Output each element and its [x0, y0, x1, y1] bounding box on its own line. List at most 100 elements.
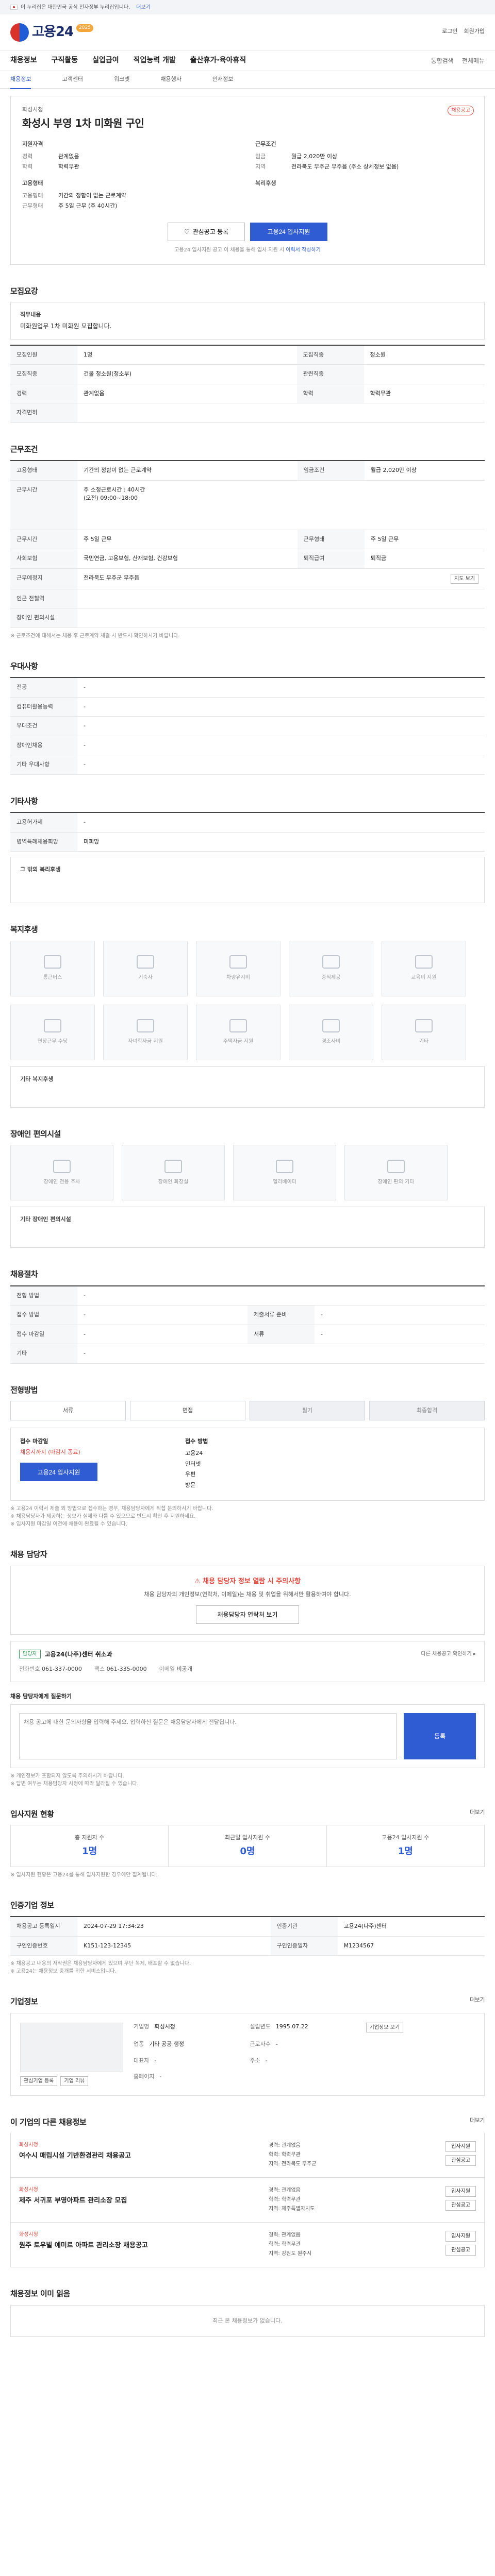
company-section: 기업정보 더보기 관심기업 등록 기업 리뷰 기업명 화성시청 설립년도 1995.0… [10, 1996, 485, 2096]
cell-value: - [154, 2057, 157, 2064]
tab-job-events[interactable]: 채용행사 [160, 75, 181, 84]
global-navigation: 채용정보 구직활동 실업급여 직업능력 개발 출산휴가·육아휴직 통합검색 전체… [0, 50, 495, 71]
apply-method: 고용24 [185, 1449, 203, 1456]
email-value: 비공개 [176, 1665, 192, 1672]
cell-label: 기타 우대사항 [10, 755, 77, 775]
tab-talent-info[interactable]: 인재정보 [212, 75, 233, 84]
table-row: 전공 - [10, 677, 485, 698]
site-logo[interactable]: 고용24 2025 [10, 22, 93, 42]
resume-link[interactable]: 이력서 작성하기 [286, 247, 321, 253]
job-apply-button[interactable]: 입사지원 [446, 2141, 476, 2153]
disabled-label: 장애인 편의 기타 [377, 1179, 415, 1185]
other-jobs-link[interactable]: 다른 채용공고 확인하기 ▸ [421, 1650, 476, 1658]
show-contact-button[interactable]: 채용담당자 연락처 보기 [196, 1605, 299, 1624]
apply-now-button[interactable]: 고용24 입사지원 [20, 1463, 97, 1482]
qna-note: ※ 답변 여부는 채용담당자 사정에 따라 달라질 수 있습니다. [10, 1781, 139, 1787]
other-jobs-more-link[interactable]: 더보기 [470, 2116, 485, 2128]
gnb-item-unemployment[interactable]: 실업급여 [92, 55, 119, 66]
welfare-label: 경조사비 [321, 1039, 341, 1045]
qna-note: ※ 개인정보가 포함되지 않도록 주의하시기 바랍니다. [10, 1773, 124, 1779]
summary-employment: 고용형태 고용형태 기간의 정함이 없는 근로계약 근무형태 주 5일 근무 (주 … [22, 179, 240, 211]
disabled-item: 장애인 전용 주차 [10, 1145, 113, 1201]
gnb-item-training[interactable]: 직업능력 개발 [134, 55, 176, 66]
join-link[interactable]: 회원가입 [464, 27, 485, 36]
job-item-title[interactable]: 여수시 매립시설 기반환경관리 채용공고 [19, 2151, 262, 2161]
gnb-item-jobs[interactable]: 채용정보 [10, 55, 37, 66]
qualification-heading: 지원자격 [22, 140, 43, 147]
tab-worknet[interactable]: 워크넷 [114, 75, 129, 84]
qna-input[interactable] [19, 1713, 397, 1759]
conditions-heading: 근무조건 [255, 140, 276, 147]
welfare-item: 자녀학자금 지원 [103, 1004, 188, 1060]
cell-value: 1명 [77, 345, 297, 365]
etc-title: 기타사항 [10, 796, 38, 806]
table-row: 컴퓨터활용능력 - [10, 697, 485, 717]
summary-note-text: 고용24 입사지원 공고 이 채용을 통해 입사 지원 시 [174, 247, 286, 253]
gnb-item-leave[interactable]: 출산휴가·육아휴직 [190, 55, 246, 66]
all-menu-link[interactable]: 전체메뉴 [462, 56, 485, 65]
job-interest-button[interactable]: 관심공고 [446, 2155, 476, 2166]
contact-section: 채용 담당자 ⚠ 채용 담당자 정보 열람 시 주의사항 채용 담당자의 개인정… [10, 1549, 485, 1788]
company-header: 기업정보 더보기 [10, 1996, 485, 2008]
overtime-icon [44, 1019, 61, 1033]
cell-label: 경력 [10, 384, 77, 404]
tab-job-info[interactable]: 채용정보 [10, 75, 31, 89]
map-button[interactable]: 지도 보기 [451, 573, 478, 584]
cell-value: 미희망 [77, 832, 485, 852]
cell-label: 기타 [10, 1344, 77, 1364]
recent-empty: 최근 본 채용정보가 없습니다. [10, 2304, 485, 2337]
stats-section: 입사지원 현황 더보기 총 지원자 수 1명 최근일 입사지원 수 0명 고용24 입… [10, 1808, 485, 1879]
company-detail-button[interactable]: 기업정보 보기 [366, 2022, 404, 2032]
job-meta: 학력: 학력무관 [269, 2242, 301, 2248]
preference-section: 우대사항 전공 - 컴퓨터활용능력 - 우대조건 - 장애인채용 - 기타 우대사항 - [10, 660, 485, 775]
company-interest-button[interactable]: 관심기업 등록 [20, 2076, 58, 2086]
gnb-item-jobseeking[interactable]: 구직활동 [52, 55, 78, 66]
table-row: 경력 관계없음 학력 학력무관 [10, 384, 485, 404]
phone-value: 061-337-0000 [41, 1665, 82, 1672]
welfare-label: 교육비 지원 [411, 975, 437, 981]
process-step: 필기 [250, 1401, 365, 1421]
conditions-section: 근무조건 고용형태 기간의 정함이 없는 근로계약 임금조건 월급 2,020만 이상… [10, 444, 485, 640]
recruit-section: 모집요강 직무내용 미화원업무 1차 미화원 모집합니다. 모집인원 1명 모집직종… [10, 285, 485, 423]
search-link[interactable]: 통합검색 [431, 56, 454, 65]
job-list-item[interactable]: 화성시청 원주 토우빌 예미르 아파트 관리소장 채용공고 경력: 관계없음 학력:… [10, 2223, 485, 2268]
other-jobs-section: 이 기업의 다른 채용정보 더보기 화성시청 여수시 매립시설 기반환경관리 채용공… [10, 2116, 485, 2268]
stats-more-link[interactable]: 더보기 [470, 1808, 485, 1820]
summary-conditions: 근무조건 임금 월급 2,020만 이상 지역 전라북도 무주군 무주읍 (주소 상… [255, 140, 473, 172]
job-apply-button[interactable]: 입사지원 [446, 2186, 476, 2197]
duty-box: 직무내용 미화원업무 1차 미화원 모집합니다. [10, 302, 485, 340]
process-step: 최종합격 [369, 1401, 485, 1421]
job-list-item[interactable]: 화성시청 여수시 매립시설 기반환경관리 채용공고 경력: 관계없음 학력: 학력무… [10, 2133, 485, 2178]
wheelchair-icon [387, 1159, 405, 1173]
job-apply-button[interactable]: 입사지원 [446, 2231, 476, 2242]
company-more-link[interactable]: 더보기 [470, 1996, 485, 2008]
disabled-label: 장애인 화장실 [158, 1179, 189, 1185]
cell-label: 컴퓨터활용능력 [10, 697, 77, 717]
job-item-title[interactable]: 원주 토우빌 예미르 아파트 관리소장 채용공고 [19, 2241, 262, 2251]
contact-warning: ⚠ 채용 담당자 정보 열람 시 주의사항 [21, 1577, 474, 1587]
recruit-title: 모집요강 [10, 286, 38, 296]
qna-submit-button[interactable]: 등록 [404, 1713, 476, 1759]
disabled-label: 엘리베이터 [273, 1179, 296, 1185]
interest-button[interactable]: ♡ 관심공고 등록 [168, 222, 245, 241]
job-list-item[interactable]: 화성시청 제주 서귀포 부영아파트 관리소장 모집 경력: 관계없음 학력: 학력무… [10, 2178, 485, 2223]
gov-banner-more-link[interactable]: 더보기 [136, 4, 151, 11]
tab-customer-center[interactable]: 고객센터 [62, 75, 82, 84]
cell-value: 주 소정근로시간 : 40시간 (오전) 09:00~18:00 [77, 480, 485, 530]
company-review-button[interactable]: 기업 리뷰 [60, 2076, 89, 2086]
job-item-title[interactable]: 제주 서귀포 부영아파트 관리소장 모집 [19, 2196, 262, 2206]
stat-item: 고용24 입사지원 수 1명 [327, 1825, 484, 1867]
table-row: 모집직종 건물 청소원(청소부) 관련직종 [10, 364, 485, 384]
apply-button[interactable]: 고용24 입사지원 [250, 222, 327, 241]
info-table: 채용공고 등록일시 2024-07-29 17:34:23 인증기관 고용24(나주)… [10, 1916, 485, 1956]
elevator-icon [276, 1159, 293, 1173]
recent-section: 채용정보 이미 읽음 최근 본 채용정보가 없습니다. [10, 2288, 485, 2337]
login-link[interactable]: 로그인 [442, 27, 457, 36]
job-interest-button[interactable]: 관심공고 [446, 2245, 476, 2256]
header-account-links: 로그인 회원가입 [442, 27, 485, 36]
summary-note: 고용24 입사지원 공고 이 채용을 통해 입사 지원 시 이력서 작성하기 [22, 246, 473, 254]
job-interest-button[interactable]: 관심공고 [446, 2200, 476, 2211]
welfare-item: 차량유지비 [196, 940, 280, 996]
logo-tag: 2025 [76, 24, 93, 32]
cell-label: 기업명 [134, 2023, 150, 2030]
